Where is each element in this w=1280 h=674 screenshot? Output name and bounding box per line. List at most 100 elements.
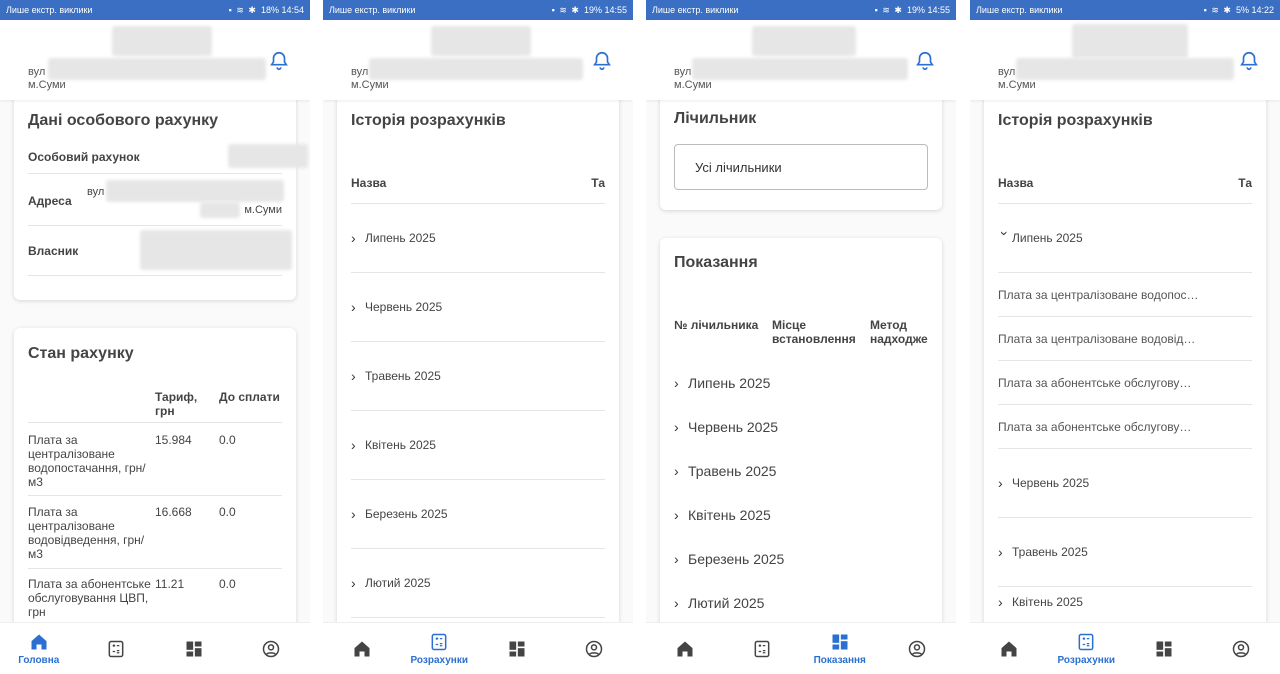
month-label: Квітень 2025 <box>1012 595 1083 609</box>
col-name: Назва <box>351 176 387 190</box>
app-header: вул м.Суми <box>323 20 633 100</box>
chevron-down-icon: › <box>997 231 1013 236</box>
nav-payments[interactable]: Розрахунки <box>404 623 474 674</box>
nav-payments[interactable] <box>81 623 151 674</box>
bell-icon[interactable] <box>591 50 613 72</box>
battery-text: 5% <box>1235 5 1249 15</box>
status-icons: ▪ ≋ ✱ <box>228 4 257 15</box>
payment-item[interactable]: Плата за абонентське обслугову… <box>998 361 1252 405</box>
app-header: вул м.Суми <box>970 20 1280 100</box>
month-row[interactable]: › Квітень 2025 <box>351 411 605 480</box>
chevron-right-icon: › <box>674 375 679 391</box>
month-row[interactable]: › Квітень 2025 <box>674 500 771 530</box>
blurred-name <box>431 26 531 56</box>
nav-profile[interactable] <box>236 623 306 674</box>
nav-readings[interactable]: Показання <box>805 623 875 674</box>
payment-item-label: Плата за централізоване водовід… <box>998 331 1196 346</box>
month-row[interactable]: › Квітень 2025 <box>998 587 1252 617</box>
nav-payments[interactable] <box>727 623 797 674</box>
nav-readings[interactable] <box>1129 623 1199 674</box>
nav-home[interactable] <box>974 623 1044 674</box>
month-row[interactable]: › Липень 2025 <box>674 368 770 398</box>
tariff-value: 15.984 <box>155 433 192 447</box>
col-name: Назва <box>998 176 1034 190</box>
main-content: Історія розрахунків Назва Та › Липень 202… <box>323 100 633 622</box>
calculator-icon <box>108 640 124 657</box>
month-row[interactable]: › Березень 2025 <box>351 480 605 549</box>
payment-item[interactable]: Плата за абонентське обслугову… <box>998 405 1252 449</box>
time-text: 14:55 <box>604 5 627 15</box>
month-label: Червень 2025 <box>688 419 779 435</box>
time-text: 14:22 <box>1251 5 1274 15</box>
battery-text: 19% <box>583 5 602 15</box>
nav-readings[interactable] <box>159 623 229 674</box>
bell-icon[interactable] <box>1238 50 1260 72</box>
payment-item-label: Плата за абонентське обслугову… <box>998 375 1192 390</box>
blurred-owner <box>140 230 292 270</box>
account-status-card: Стан рахунку Тариф, грн До сплати Плата … <box>14 328 296 622</box>
status-bar: Лише екстр. виклики ▪ ≋ ✱ 19% 14:55 <box>323 0 633 20</box>
city-label: м.Суми <box>351 79 389 91</box>
calculator-icon <box>431 633 447 650</box>
col-meter-number: № лічильника <box>674 318 759 332</box>
nav-readings-label: Показання <box>813 654 866 666</box>
status-card-title: Стан рахунку <box>28 345 134 362</box>
month-row[interactable]: › Березень 2025 <box>674 544 784 574</box>
nav-profile[interactable] <box>882 623 952 674</box>
account-card-title: Дані особового рахунку <box>28 112 219 129</box>
month-label: Квітень 2025 <box>365 438 436 452</box>
blurred-name <box>1072 24 1188 58</box>
month-label: Лютий 2025 <box>365 576 431 590</box>
app-header: вул м.Суми <box>646 20 956 100</box>
month-label: Травень 2025 <box>1012 545 1088 559</box>
month-row[interactable]: › Липень 2025 <box>351 204 605 273</box>
chevron-right-icon: › <box>674 507 679 523</box>
battery-text: 18% <box>260 5 279 15</box>
profile-icon <box>909 640 926 657</box>
nav-home[interactable]: Головна <box>4 623 74 674</box>
nav-profile[interactable] <box>559 623 629 674</box>
nav-readings[interactable] <box>482 623 552 674</box>
month-row[interactable]: › Травень 2025 <box>674 456 776 486</box>
nav-home-label: Головна <box>18 654 60 666</box>
carrier-text: Лише екстр. виклики <box>6 5 93 15</box>
history-title: Історія розрахунків <box>998 112 1153 129</box>
month-row[interactable]: › Червень 2025 <box>998 449 1252 518</box>
bell-icon[interactable] <box>914 50 936 72</box>
dashboard-icon <box>1156 641 1172 656</box>
chevron-right-icon: › <box>351 368 356 384</box>
meter-card: Лічильник Усі лічильники <box>660 100 942 210</box>
payment-item[interactable]: Плата за централізоване водовід… <box>998 317 1252 361</box>
readings-card: Показання № лічильника Місце встановленн… <box>660 238 942 622</box>
city-label: м.Суми <box>28 79 66 91</box>
battery-text: 19% <box>906 5 925 15</box>
main-content: Лічильник Усі лічильники Показання № ліч… <box>646 100 956 622</box>
month-row[interactable]: › Травень 2025 <box>998 518 1252 587</box>
due-value: 0.0 <box>219 577 236 591</box>
month-row[interactable]: › Лютий 2025 <box>351 549 605 618</box>
month-row[interactable]: › Травень 2025 <box>351 342 605 411</box>
account-card: Дані особового рахунку Особовий рахунок … <box>14 100 308 300</box>
nav-payments[interactable]: Розрахунки <box>1051 623 1121 674</box>
app-header: вул м.Суми <box>0 20 310 100</box>
screen-home: Лише екстр. виклики ▪ ≋ ✱ 18% 14:54 вул … <box>0 0 310 674</box>
bell-icon[interactable] <box>268 50 290 72</box>
month-row-expanded[interactable]: › Липень 2025 <box>997 204 1252 273</box>
address-street: вул <box>87 186 105 198</box>
month-label: Червень 2025 <box>365 300 443 314</box>
month-row[interactable]: › Лютий 2025 <box>674 588 764 618</box>
account-number-label: Особовий рахунок <box>28 150 140 164</box>
street-label: вул <box>28 66 46 78</box>
bottom-nav: Розрахунки <box>970 622 1280 674</box>
nav-home[interactable] <box>327 623 397 674</box>
chevron-right-icon: › <box>674 595 679 611</box>
meter-select[interactable]: Усі лічильники <box>674 144 928 190</box>
month-label: Червень 2025 <box>1012 476 1090 490</box>
month-row[interactable]: › Червень 2025 <box>674 412 778 442</box>
main-content: Історія розрахунків Назва Та › Липень 202… <box>970 100 1280 622</box>
nav-home[interactable] <box>650 623 720 674</box>
nav-profile[interactable] <box>1206 623 1276 674</box>
col-due: До сплати <box>219 390 280 404</box>
payment-item[interactable]: Плата за централізоване водопос… <box>998 273 1252 317</box>
month-row[interactable]: › Червень 2025 <box>351 273 605 342</box>
